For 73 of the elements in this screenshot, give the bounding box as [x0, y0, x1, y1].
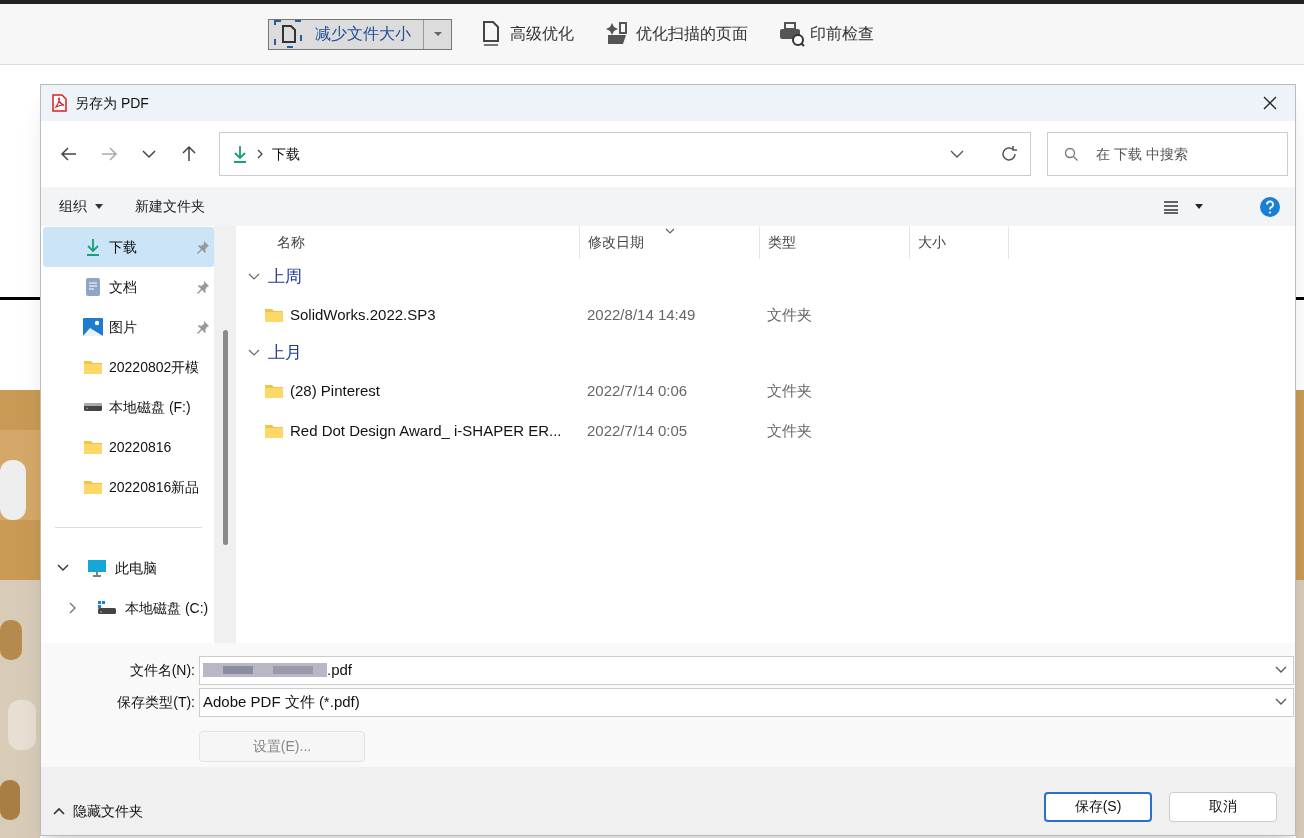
window-title: 另存为 PDF: [75, 93, 149, 113]
document-icon: [273, 19, 303, 49]
field-label: 文件名(N):: [128, 660, 196, 680]
help-button[interactable]: [1259, 195, 1281, 218]
address-bar[interactable]: 下载: [219, 132, 1031, 176]
toolbar-button[interactable]: 优化扫描的页面: [598, 18, 752, 50]
modified-date: 2022/7/14 0:05: [586, 420, 689, 441]
tree-item[interactable]: 本地磁盘 (C:): [43, 588, 214, 628]
file-name[interactable]: Red Dot Design Award_ i-SHAPER ER...: [290, 419, 562, 443]
chevron-down-icon: [1275, 666, 1287, 674]
group-heading[interactable]: 上月: [268, 340, 302, 366]
chevron-up-icon: [53, 807, 65, 815]
toolbar-button[interactable]: 高级优化: [472, 18, 578, 50]
file-name[interactable]: (28) Pinterest: [290, 379, 381, 403]
picture-icon: [83, 318, 103, 336]
column-header[interactable]: 大小: [909, 226, 1009, 259]
sidebar-item[interactable]: 20220816: [43, 427, 214, 467]
search-field[interactable]: 在 下载 中搜索: [1047, 132, 1288, 176]
file-type: 文件夹: [766, 380, 813, 401]
close-icon: [1263, 96, 1277, 110]
column-header[interactable]: 类型: [759, 226, 909, 259]
new-folder-button[interactable]: 新建文件夹: [131, 191, 209, 222]
scrollbar-thumb[interactable]: [222, 330, 228, 545]
drive-icon: [83, 402, 103, 412]
tree-item[interactable]: 此电脑: [43, 548, 214, 588]
folder-icon: [83, 439, 103, 455]
chevron-right-icon: [256, 149, 264, 159]
drive-icon: [97, 601, 117, 615]
help-icon: [1260, 196, 1280, 217]
toolbar-button[interactable]: 印前检查: [772, 18, 878, 50]
organize-menu[interactable]: 组织: [51, 191, 111, 222]
monitor-icon: [87, 559, 107, 577]
list-view-icon: [1163, 199, 1179, 214]
download-icon: [232, 145, 248, 163]
file-name-field[interactable]: .pdf: [199, 655, 1294, 685]
sidebar-item[interactable]: 20220802开模: [43, 347, 214, 387]
hide-folders-toggle[interactable]: 隐藏文件夹: [53, 800, 143, 822]
sidebar-item[interactable]: 本地磁盘 (F:): [43, 387, 214, 427]
save-button[interactable]: 保存(S): [1044, 791, 1152, 822]
modified-date: 2022/8/14 14:49: [586, 304, 697, 325]
column-header[interactable]: 修改日期: [579, 226, 759, 259]
cancel-button[interactable]: 取消: [1169, 791, 1277, 822]
sidebar-item[interactable]: 20220816新品: [43, 467, 214, 507]
file-type: 文件夹: [766, 420, 813, 441]
folder-icon: [83, 479, 103, 495]
field-label: 保存类型(T):: [116, 692, 196, 712]
group-heading[interactable]: 上周: [268, 264, 302, 290]
modified-date: 2022/7/14 0:06: [586, 380, 689, 401]
column-header[interactable]: 名称: [236, 226, 579, 259]
caret-icon: [1195, 204, 1203, 209]
folder-icon: [264, 383, 284, 399]
pdf-icon: [51, 94, 67, 112]
search-icon: [1064, 147, 1078, 161]
download-icon: [85, 238, 101, 256]
caret-icon: [95, 204, 103, 209]
file-type-dropdown[interactable]: Adobe PDF 文件 (*.pdf): [199, 687, 1294, 717]
folder-icon: [264, 423, 284, 439]
sort-caret-icon: [665, 228, 675, 234]
path-segment[interactable]: 下载: [272, 143, 300, 165]
file-name[interactable]: SolidWorks.2022.SP3: [290, 303, 436, 327]
chevron-down-icon: [1275, 698, 1287, 706]
sidebar-item[interactable]: 文档: [43, 267, 214, 307]
sidebar-item[interactable]: 图片: [43, 307, 214, 347]
file-type: 文件夹: [766, 304, 813, 325]
folder-icon: [264, 307, 284, 323]
settings-button: 设置(E)...: [199, 731, 365, 762]
caret-icon: [432, 31, 443, 37]
sidebar-item[interactable]: 下载: [43, 227, 214, 267]
chevron-down-icon: [950, 149, 964, 159]
redaction-blur-icon: [203, 661, 327, 679]
refresh-icon: [1000, 145, 1018, 163]
document-icon: [85, 277, 101, 297]
folder-icon: [83, 359, 103, 375]
